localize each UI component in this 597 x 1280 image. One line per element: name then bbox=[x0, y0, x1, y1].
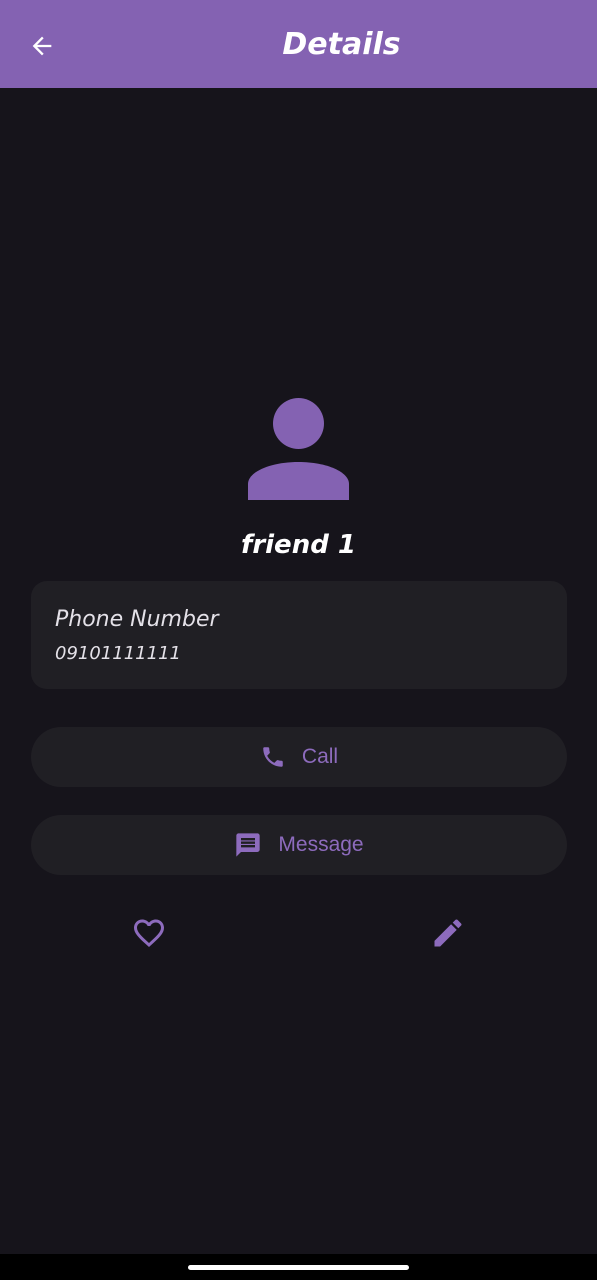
phone-value[interactable]: 09101111111 bbox=[55, 641, 181, 667]
heart-outline-icon bbox=[134, 919, 164, 948]
phone-icon bbox=[263, 747, 283, 767]
phone-card: Phone Number 09101111111 bbox=[31, 581, 567, 689]
message-label: Message bbox=[278, 833, 364, 856]
call-button[interactable]: Call bbox=[31, 727, 567, 787]
call-label: Call bbox=[301, 745, 339, 768]
edit-button[interactable] bbox=[424, 909, 472, 957]
phone-label: Phone Number bbox=[55, 607, 219, 632]
message-icon bbox=[236, 833, 261, 857]
app-bar: Details bbox=[0, 0, 597, 88]
pencil-icon bbox=[434, 919, 462, 947]
message-button[interactable]: Message bbox=[31, 815, 567, 875]
system-nav-bar bbox=[0, 1254, 597, 1280]
page-title: Details bbox=[282, 27, 401, 62]
contact-name: friend 1 bbox=[241, 530, 356, 560]
home-indicator[interactable] bbox=[188, 1265, 409, 1270]
favorite-button[interactable] bbox=[125, 909, 173, 957]
person-icon bbox=[248, 398, 349, 500]
